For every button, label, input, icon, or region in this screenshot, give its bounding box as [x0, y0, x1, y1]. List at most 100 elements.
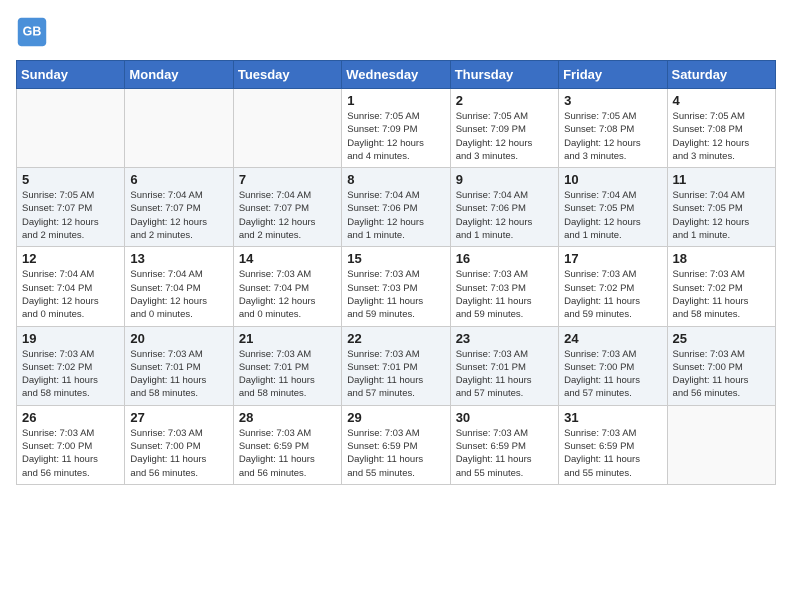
calendar-cell: 25 Sunrise: 7:03 AM Sunset: 7:00 PM Dayli…: [667, 326, 775, 405]
calendar-cell: 12 Sunrise: 7:04 AM Sunset: 7:04 PM Dayli…: [17, 247, 125, 326]
calendar-cell: 23Sunrise: 7:03 AM Sunset: 7:01 PM Dayli…: [450, 326, 558, 405]
day-info: Sunrise: 7:03 AM Sunset: 7:00 PM Dayligh…: [673, 348, 770, 401]
day-info: Sunrise: 7:03 AM Sunset: 7:01 PM Dayligh…: [347, 348, 444, 401]
day-number: 4: [673, 93, 770, 108]
day-number: 25: [673, 331, 770, 346]
day-number: 16: [456, 251, 553, 266]
day-header-wednesday: Wednesday: [342, 61, 450, 89]
calendar-cell: 31 Sunrise: 7:03 AM Sunset: 6:59 PM Dayli…: [559, 405, 667, 484]
calendar-cell: 8 Sunrise: 7:04 AM Sunset: 7:06 PM Daylig…: [342, 168, 450, 247]
day-info: Sunrise: 7:03 AM Sunset: 7:01 PM Dayligh…: [239, 348, 336, 401]
day-info: Sunrise: 7:03 AM Sunset: 7:01 PM Dayligh…: [130, 348, 227, 401]
calendar-cell: 6 Sunrise: 7:04 AM Sunset: 7:07 PM Daylig…: [125, 168, 233, 247]
day-number: 3: [564, 93, 661, 108]
calendar-cell: 18Sunrise: 7:03 AM Sunset: 7:02 PM Dayli…: [667, 247, 775, 326]
svg-text:GB: GB: [23, 25, 42, 39]
calendar-cell: 28 Sunrise: 7:03 AM Sunset: 6:59 PM Dayli…: [233, 405, 341, 484]
calendar-cell: 11 Sunrise: 7:04 AM Sunset: 7:05 PM Dayli…: [667, 168, 775, 247]
day-header-friday: Friday: [559, 61, 667, 89]
day-info: Sunrise: 7:04 AM Sunset: 7:05 PM Dayligh…: [564, 189, 661, 242]
day-number: 9: [456, 172, 553, 187]
calendar-cell: 20 Sunrise: 7:03 AM Sunset: 7:01 PM Dayli…: [125, 326, 233, 405]
day-info: Sunrise: 7:03 AM Sunset: 7:02 PM Dayligh…: [22, 348, 119, 401]
day-number: 20: [130, 331, 227, 346]
day-info: Sunrise: 7:03 AM Sunset: 7:04 PM Dayligh…: [239, 268, 336, 321]
day-number: 13: [130, 251, 227, 266]
calendar-cell: 10 Sunrise: 7:04 AM Sunset: 7:05 PM Dayli…: [559, 168, 667, 247]
day-info: Sunrise: 7:03 AM Sunset: 7:02 PM Dayligh…: [673, 268, 770, 321]
calendar-cell: [233, 89, 341, 168]
week-row-4: 19 Sunrise: 7:03 AM Sunset: 7:02 PM Dayli…: [17, 326, 776, 405]
day-number: 6: [130, 172, 227, 187]
day-number: 2: [456, 93, 553, 108]
day-info: Sunrise: 7:05 AM Sunset: 7:09 PM Dayligh…: [347, 110, 444, 163]
day-number: 29: [347, 410, 444, 425]
week-row-1: 1 Sunrise: 7:05 AM Sunset: 7:09 PM Daylig…: [17, 89, 776, 168]
day-number: 31: [564, 410, 661, 425]
calendar-cell: 3Sunrise: 7:05 AM Sunset: 7:08 PM Daylig…: [559, 89, 667, 168]
calendar-cell: 4 Sunrise: 7:05 AM Sunset: 7:08 PM Daylig…: [667, 89, 775, 168]
day-info: Sunrise: 7:05 AM Sunset: 7:07 PM Dayligh…: [22, 189, 119, 242]
calendar-cell: 1 Sunrise: 7:05 AM Sunset: 7:09 PM Daylig…: [342, 89, 450, 168]
day-header-tuesday: Tuesday: [233, 61, 341, 89]
calendar-cell: 26 Sunrise: 7:03 AM Sunset: 7:00 PM Dayli…: [17, 405, 125, 484]
day-info: Sunrise: 7:04 AM Sunset: 7:06 PM Dayligh…: [347, 189, 444, 242]
day-number: 19: [22, 331, 119, 346]
day-info: Sunrise: 7:04 AM Sunset: 7:07 PM Dayligh…: [130, 189, 227, 242]
day-header-monday: Monday: [125, 61, 233, 89]
day-info: Sunrise: 7:03 AM Sunset: 7:00 PM Dayligh…: [564, 348, 661, 401]
day-number: 12: [22, 251, 119, 266]
day-number: 28: [239, 410, 336, 425]
day-number: 1: [347, 93, 444, 108]
day-info: Sunrise: 7:04 AM Sunset: 7:07 PM Dayligh…: [239, 189, 336, 242]
day-info: Sunrise: 7:03 AM Sunset: 7:00 PM Dayligh…: [22, 427, 119, 480]
calendar-cell: 9 Sunrise: 7:04 AM Sunset: 7:06 PM Daylig…: [450, 168, 558, 247]
page-header: GB: [16, 16, 776, 48]
day-header-thursday: Thursday: [450, 61, 558, 89]
day-info: Sunrise: 7:03 AM Sunset: 6:59 PM Dayligh…: [564, 427, 661, 480]
day-number: 15: [347, 251, 444, 266]
week-row-5: 26 Sunrise: 7:03 AM Sunset: 7:00 PM Dayli…: [17, 405, 776, 484]
day-number: 10: [564, 172, 661, 187]
day-info: Sunrise: 7:04 AM Sunset: 7:04 PM Dayligh…: [22, 268, 119, 321]
day-number: 27: [130, 410, 227, 425]
calendar-cell: 2 Sunrise: 7:05 AM Sunset: 7:09 PM Daylig…: [450, 89, 558, 168]
day-info: Sunrise: 7:03 AM Sunset: 6:59 PM Dayligh…: [239, 427, 336, 480]
calendar-cell: 16Sunrise: 7:03 AM Sunset: 7:03 PM Dayli…: [450, 247, 558, 326]
calendar-cell: 7 Sunrise: 7:04 AM Sunset: 7:07 PM Daylig…: [233, 168, 341, 247]
week-row-2: 5 Sunrise: 7:05 AM Sunset: 7:07 PM Daylig…: [17, 168, 776, 247]
calendar-cell: [17, 89, 125, 168]
day-info: Sunrise: 7:05 AM Sunset: 7:08 PM Dayligh…: [673, 110, 770, 163]
day-number: 7: [239, 172, 336, 187]
day-header-sunday: Sunday: [17, 61, 125, 89]
calendar-cell: 30Sunrise: 7:03 AM Sunset: 6:59 PM Dayli…: [450, 405, 558, 484]
day-number: 17: [564, 251, 661, 266]
day-info: Sunrise: 7:03 AM Sunset: 6:59 PM Dayligh…: [347, 427, 444, 480]
day-info: Sunrise: 7:04 AM Sunset: 7:04 PM Dayligh…: [130, 268, 227, 321]
day-number: 26: [22, 410, 119, 425]
day-info: Sunrise: 7:03 AM Sunset: 7:00 PM Dayligh…: [130, 427, 227, 480]
day-number: 21: [239, 331, 336, 346]
calendar-cell: 15 Sunrise: 7:03 AM Sunset: 7:03 PM Dayli…: [342, 247, 450, 326]
day-number: 8: [347, 172, 444, 187]
day-number: 24: [564, 331, 661, 346]
day-info: Sunrise: 7:03 AM Sunset: 7:03 PM Dayligh…: [347, 268, 444, 321]
calendar-cell: [667, 405, 775, 484]
calendar-cell: 19 Sunrise: 7:03 AM Sunset: 7:02 PM Dayli…: [17, 326, 125, 405]
day-info: Sunrise: 7:04 AM Sunset: 7:05 PM Dayligh…: [673, 189, 770, 242]
logo-icon: GB: [16, 16, 48, 48]
day-number: 22: [347, 331, 444, 346]
day-info: Sunrise: 7:04 AM Sunset: 7:06 PM Dayligh…: [456, 189, 553, 242]
calendar-cell: 13 Sunrise: 7:04 AM Sunset: 7:04 PM Dayli…: [125, 247, 233, 326]
day-info: Sunrise: 7:05 AM Sunset: 7:09 PM Dayligh…: [456, 110, 553, 163]
day-info: Sunrise: 7:03 AM Sunset: 7:02 PM Dayligh…: [564, 268, 661, 321]
calendar-table: SundayMondayTuesdayWednesdayThursdayFrid…: [16, 60, 776, 485]
week-row-3: 12 Sunrise: 7:04 AM Sunset: 7:04 PM Dayli…: [17, 247, 776, 326]
calendar-cell: 14Sunrise: 7:03 AM Sunset: 7:04 PM Dayli…: [233, 247, 341, 326]
calendar-cell: 24 Sunrise: 7:03 AM Sunset: 7:00 PM Dayli…: [559, 326, 667, 405]
day-number: 11: [673, 172, 770, 187]
calendar-cell: 22 Sunrise: 7:03 AM Sunset: 7:01 PM Dayli…: [342, 326, 450, 405]
day-number: 5: [22, 172, 119, 187]
logo: GB: [16, 16, 52, 48]
day-number: 30: [456, 410, 553, 425]
